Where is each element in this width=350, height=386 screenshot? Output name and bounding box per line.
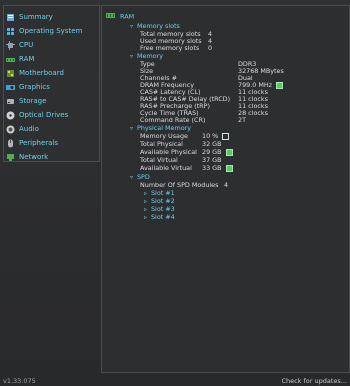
app-window: Summary Operating System CPU RAM Motherb…: [0, 0, 350, 386]
sidebar-item-audio[interactable]: Audio: [6, 123, 98, 135]
page-title: RAM: [120, 12, 135, 21]
graphics-icon: [6, 83, 15, 92]
graph-indicator-icon[interactable]: [276, 81, 284, 89]
check-updates-link[interactable]: Check for updates...: [281, 377, 347, 385]
sidebar-item-label: RAM: [19, 55, 35, 63]
collapse-toggle-icon[interactable]: ▿: [130, 23, 137, 31]
total-physical-label: Total Physical: [140, 140, 183, 148]
graph-indicator-icon[interactable]: [225, 148, 233, 156]
version-label: v1.33.075: [3, 377, 36, 385]
sidebar-item-label: Optical Drives: [19, 111, 69, 119]
collapse-toggle-icon[interactable]: ▿: [130, 53, 137, 61]
collapse-toggle-icon[interactable]: ▿: [130, 125, 137, 133]
storage-icon: [6, 97, 15, 106]
available-physical-label: Available Physical: [140, 148, 197, 156]
sidebar-item-label: Audio: [19, 125, 39, 133]
sidebar-item-ram[interactable]: RAM: [6, 53, 98, 65]
collapse-toggle-icon[interactable]: ▿: [130, 174, 137, 182]
sidebar-nav: Summary Operating System CPU RAM Motherb…: [3, 5, 100, 162]
graph-indicator-icon[interactable]: [225, 164, 233, 172]
cpu-icon: [6, 40, 15, 50]
sidebar-item-label: Peripherals: [19, 139, 59, 147]
memory-usage-value: 10 %: [202, 132, 230, 140]
sidebar-item-operating-system[interactable]: Operating System: [6, 25, 98, 37]
sidebar-item-label: Operating System: [19, 27, 83, 35]
sidebar-item-label: Storage: [19, 97, 47, 105]
sidebar-item-storage[interactable]: Storage: [6, 95, 98, 107]
sidebar-item-optical-drives[interactable]: Optical Drives: [6, 109, 98, 121]
graph-indicator-icon[interactable]: [222, 132, 230, 140]
disc-icon: [6, 111, 15, 120]
available-virtual-value: 33 GB: [202, 164, 233, 172]
spd-slot-item[interactable]: ▹ Slot #4: [144, 213, 175, 222]
sidebar-item-graphics[interactable]: Graphics: [6, 81, 98, 93]
available-physical-value: 29 GB: [202, 148, 233, 156]
sidebar-item-label: CPU: [19, 41, 34, 49]
sidebar-item-peripherals[interactable]: Peripherals: [6, 137, 98, 149]
total-virtual-label: Total Virtual: [140, 156, 178, 164]
peripherals-icon: [6, 139, 15, 148]
audio-icon: [6, 125, 15, 134]
memory-usage-label: Memory Usage: [140, 132, 188, 140]
summary-icon: [6, 13, 15, 22]
expand-toggle-icon[interactable]: ▹: [144, 214, 151, 222]
sidebar-item-motherboard[interactable]: Motherboard: [6, 67, 98, 79]
sidebar-item-label: Network: [19, 153, 49, 161]
sidebar-item-summary[interactable]: Summary: [6, 11, 98, 23]
motherboard-icon: [6, 69, 15, 78]
command-rate-value: 2T: [238, 116, 246, 124]
details-panel: RAM ▿ Memory slots Total memory slots 4 U…: [101, 5, 350, 373]
windows-icon: [6, 27, 15, 36]
network-icon: [6, 153, 15, 162]
ram-icon: [6, 55, 15, 64]
total-physical-value: 32 GB: [202, 140, 222, 148]
memory-slots-label: Free memory slots: [140, 44, 200, 52]
sidebar-item-label: Graphics: [19, 83, 50, 91]
memory-slots-value: 0: [208, 44, 213, 52]
spd-modules-label: Number Of SPD Modules: [140, 181, 219, 189]
sidebar-item-label: Motherboard: [19, 69, 64, 77]
sidebar-item-cpu[interactable]: CPU: [6, 39, 98, 51]
sidebar-item-network[interactable]: Network: [6, 151, 98, 163]
available-virtual-label: Available Virtual: [140, 164, 192, 172]
ram-icon: [106, 12, 115, 21]
command-rate-label: Command Rate (CR): [140, 116, 206, 124]
panel-title-row: RAM: [106, 12, 134, 21]
total-virtual-value: 37 GB: [202, 156, 222, 164]
spd-modules-value: 4: [224, 181, 229, 189]
sidebar-item-label: Summary: [19, 13, 53, 21]
